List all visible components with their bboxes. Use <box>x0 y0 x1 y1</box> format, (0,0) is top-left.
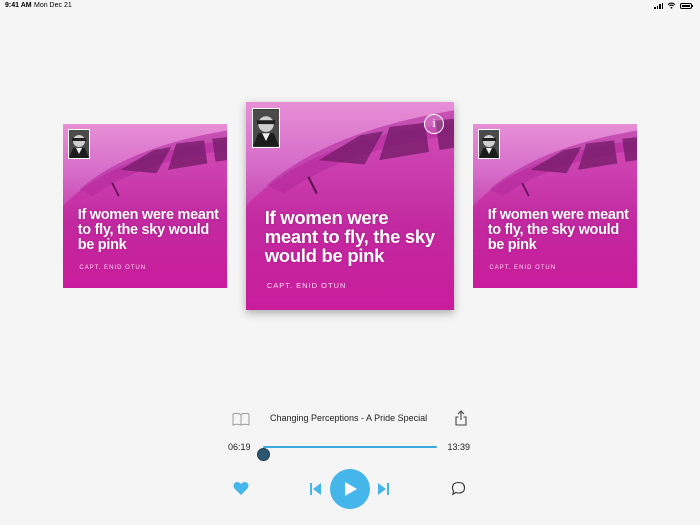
track-info-row: Changing Perceptions - A Pride Special <box>232 410 468 428</box>
skip-previous-icon[interactable] <box>310 482 321 496</box>
progress-slider[interactable] <box>257 446 437 461</box>
book-icon[interactable] <box>232 412 250 426</box>
status-date: Mon Dec 21 <box>34 2 72 9</box>
episode-art-quote: If women were meant to fly, the sky woul… <box>487 206 629 253</box>
carousel-card-previous[interactable]: If women were meant to fly, the sky woul… <box>63 124 227 288</box>
skip-next-icon[interactable] <box>378 482 389 496</box>
info-icon[interactable]: i <box>424 114 444 134</box>
heart-icon[interactable] <box>233 481 249 496</box>
status-icons <box>654 2 693 9</box>
episode-art-quote: If women were meant to fly, the sky woul… <box>77 206 219 253</box>
wifi-icon <box>667 2 676 9</box>
episode-art-quote: If women were meant to fly, the sky woul… <box>264 207 435 267</box>
track-title: Changing Perceptions - A Pride Special <box>270 413 428 423</box>
playback-progress: 06:19 13:39 <box>228 438 472 461</box>
carousel-card-next[interactable]: If women were meant to fly, the sky woul… <box>473 124 637 288</box>
play-icon <box>345 482 357 496</box>
play-button[interactable] <box>330 469 370 509</box>
episode-art-author: CAPT. ENID OTUN <box>266 280 347 290</box>
comment-icon[interactable] <box>451 481 466 496</box>
playback-controls <box>0 468 700 510</box>
episode-art-author: CAPT. ENID OTUN <box>79 265 147 272</box>
status-bar: 9:41 AM Mon Dec 21 <box>0 0 700 12</box>
episode-art-author: CAPT. ENID OTUN <box>489 265 557 272</box>
share-icon[interactable] <box>454 410 468 426</box>
total-time: 13:39 <box>447 442 470 452</box>
cellular-signal-icon <box>654 2 663 9</box>
status-time: 9:41 AM <box>5 2 32 9</box>
pilot-photo-thumbnail <box>67 128 90 159</box>
battery-icon <box>680 2 693 9</box>
pilot-photo-thumbnail <box>252 108 281 149</box>
elapsed-time: 06:19 <box>228 442 251 452</box>
carousel-card-current[interactable]: If women were meant to fly, the sky woul… <box>246 102 454 310</box>
pilot-photo-thumbnail <box>477 128 500 159</box>
progress-knob[interactable] <box>257 448 270 461</box>
